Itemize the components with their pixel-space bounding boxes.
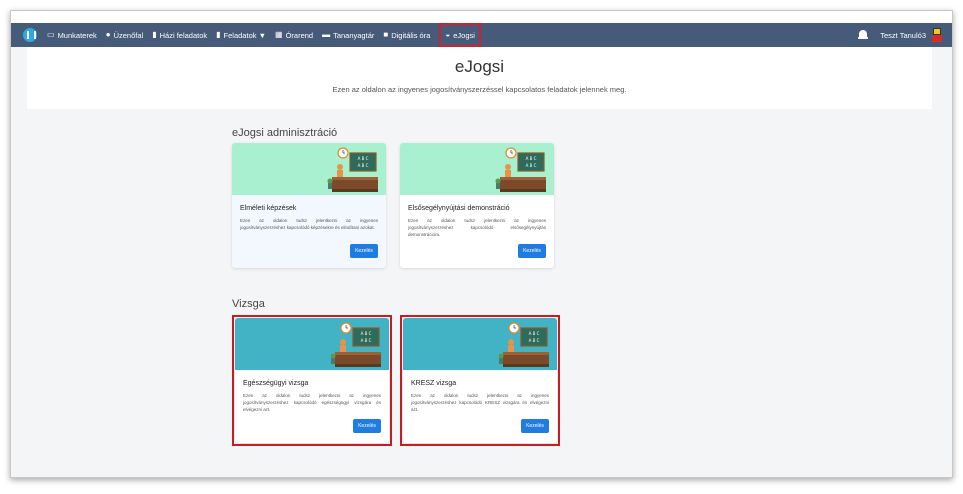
nav-item-ejogsi[interactable]: ◒ eJogsi [439, 23, 481, 47]
avatar[interactable] [932, 28, 942, 42]
page-header: eJogsi Ezen az oldalon az ingyenes jogos… [27, 47, 932, 109]
nav-item-digitalis-ora[interactable]: ■ Digitális óra [383, 23, 430, 47]
bell-icon[interactable] [858, 30, 869, 40]
clipboard-icon: ▮ [216, 30, 221, 39]
nav-item-label: Házi feladatok [159, 30, 208, 40]
avatar-body [932, 35, 942, 42]
nav-item-munkaterek[interactable]: ▭ Munkaterek [47, 23, 97, 47]
nav-item-label: Tananyagtár [333, 30, 375, 40]
top-navbar: ▭ Munkaterek ● Üzenőfal ▮ Házi feladatok… [11, 23, 952, 47]
annotation-highlight [232, 315, 392, 446]
book-icon: ▬ [322, 30, 331, 39]
page-subtitle: Ezen az oldalon az ingyenes jogosítványs… [332, 85, 627, 94]
section-title-exam: Vizsga [232, 298, 265, 310]
svg-text:A B C: A B C [526, 163, 537, 168]
svg-text:A B C: A B C [358, 163, 369, 168]
nav-item-label: Munkaterek [57, 30, 97, 40]
nav-item-label: Feladatok ▼ [223, 30, 266, 40]
card-elsosegely-demonstracio: A B C A B C Elsősegélynyújtási demonstrá… [400, 143, 554, 268]
window-top-strip [11, 11, 952, 23]
avatar-head [933, 28, 941, 35]
user-area: Teszt Tanuló3 [858, 28, 942, 42]
nav-item-orarend[interactable]: ▦ Órarend [275, 23, 313, 47]
app-window: ▭ Munkaterek ● Üzenőfal ▮ Házi feladatok… [10, 10, 953, 478]
manage-button[interactable]: Kezelés [518, 244, 546, 258]
svg-text:A B C: A B C [526, 156, 537, 161]
nav-item-tananyagtar[interactable]: ▬ Tananyagtár [322, 23, 374, 47]
nav-item-label: Üzenőfal [113, 30, 144, 40]
card-elmeleti-kepzesek: A B C A B C Elméleti képzések Ezen az ol… [232, 143, 386, 268]
nav-item-feladatok-dropdown[interactable]: ▮ Feladatok ▼ [216, 23, 266, 47]
car-icon: ◒ [445, 30, 451, 39]
annotation-highlight [400, 315, 560, 446]
nav-item-hazi-feladatok[interactable]: ▮ Házi feladatok [152, 23, 207, 47]
classroom-illustration: A B C A B C [232, 143, 386, 195]
svg-text:A B C: A B C [358, 156, 369, 161]
nav-item-label: Órarend [285, 30, 314, 40]
calendar-icon: ▦ [275, 30, 283, 39]
nav-item-label: eJogsi [453, 30, 475, 40]
card-description: Ezen az oldalon tudsz jelentkezni az ing… [408, 218, 546, 237]
page-title: eJogsi [454, 57, 505, 76]
manage-button[interactable]: Kezelés [350, 244, 378, 258]
user-name[interactable]: Teszt Tanuló3 [880, 31, 926, 40]
card-description: Ezen az oldalon tudsz jelentkezni az ing… [240, 218, 378, 230]
section-title-admin: eJogsi adminisztráció [232, 127, 338, 139]
card-title: Elsősegélynyújtási demonstráció [408, 205, 510, 212]
classroom-illustration: A B C A B C [400, 143, 554, 195]
app-logo-icon[interactable] [23, 28, 37, 42]
card-title: Elméleti képzések [240, 205, 297, 212]
laptop-icon: ▭ [47, 30, 55, 39]
nav-item-uzenofal[interactable]: ● Üzenőfal [106, 23, 143, 47]
document-icon: ▮ [152, 30, 157, 39]
video-icon: ■ [383, 30, 389, 39]
chat-icon: ● [105, 30, 111, 39]
nav-item-label: Digitális óra [391, 30, 431, 40]
